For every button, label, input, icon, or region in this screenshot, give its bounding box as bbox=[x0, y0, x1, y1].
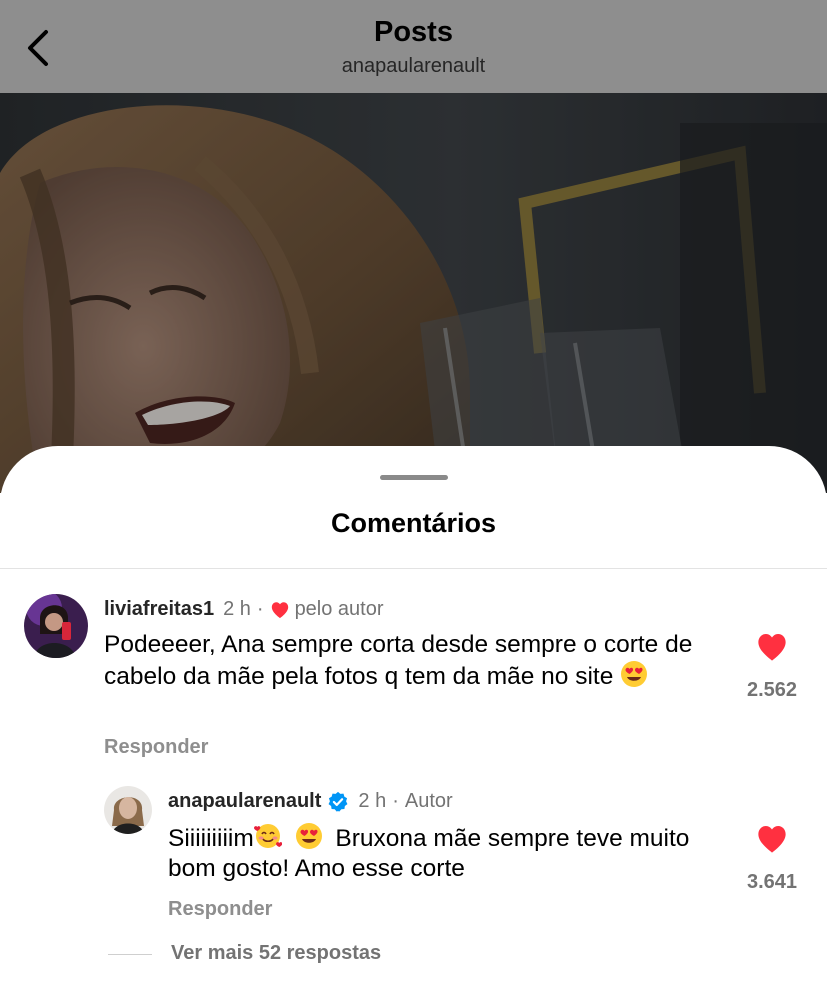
reply-meta: anapaularenault 2 h · Autor bbox=[168, 790, 453, 813]
post-photo-illustration bbox=[0, 93, 827, 493]
comment-username[interactable]: liviafreitas1 bbox=[104, 598, 214, 621]
meta-separator: · bbox=[392, 790, 399, 812]
like-count: 3.641 bbox=[746, 871, 798, 893]
avatar[interactable] bbox=[24, 594, 88, 658]
reply-text: Siiiiiiiiim Bruxona mãe sempre teve muit… bbox=[168, 822, 708, 884]
post-photo bbox=[0, 93, 827, 493]
smiling-face-with-hearts-emoji-icon bbox=[253, 824, 282, 848]
divider bbox=[0, 568, 827, 569]
reply-button[interactable]: Responder bbox=[104, 736, 208, 759]
avatar-image-anapaularenault bbox=[104, 786, 152, 834]
comments-sheet: Comentários liviafreitas1 2 h · pelo aut… bbox=[0, 446, 827, 998]
meta-separator: · bbox=[256, 598, 264, 620]
like-count: 2.562 bbox=[746, 679, 798, 701]
comment-body: Podeeeer, Ana sempre corta desde sempre … bbox=[104, 631, 693, 690]
heart-filled-icon bbox=[758, 634, 786, 661]
liked-by-author-label: pelo autor bbox=[294, 598, 384, 620]
sheet-drag-handle[interactable] bbox=[380, 475, 448, 480]
reply-button[interactable]: Responder bbox=[168, 898, 272, 921]
verified-badge-icon bbox=[328, 791, 348, 812]
heart-eyes-emoji-icon bbox=[295, 823, 322, 849]
page-subtitle-username[interactable]: anapaularenault bbox=[0, 55, 827, 78]
comment-time: 2 h bbox=[358, 790, 387, 812]
comment-username[interactable]: anapaularenault bbox=[168, 790, 321, 813]
comment-text: Podeeeer, Ana sempre corta desde sempre … bbox=[104, 630, 714, 692]
more-replies-line bbox=[108, 954, 152, 955]
heart-filled-icon bbox=[758, 826, 786, 853]
author-label: Autor bbox=[404, 790, 453, 812]
reply-body-start: Siiiiiiiiim bbox=[168, 825, 254, 852]
like-button[interactable] bbox=[755, 824, 789, 854]
view-more-replies-button[interactable]: Ver mais 52 respostas bbox=[171, 942, 381, 965]
heart-icon bbox=[271, 601, 288, 618]
like-button[interactable] bbox=[755, 632, 789, 662]
page-title: Posts bbox=[374, 16, 453, 48]
comment-time: 2 h bbox=[223, 598, 251, 620]
comments-title: Comentários bbox=[330, 508, 497, 538]
comment-meta: liviafreitas1 2 h · pelo autor bbox=[104, 598, 384, 621]
avatar-image-liviafreitas1 bbox=[24, 594, 88, 658]
header-bar: Posts anapaularenault bbox=[0, 0, 827, 93]
heart-eyes-emoji-icon bbox=[621, 661, 648, 687]
avatar[interactable] bbox=[104, 786, 152, 834]
